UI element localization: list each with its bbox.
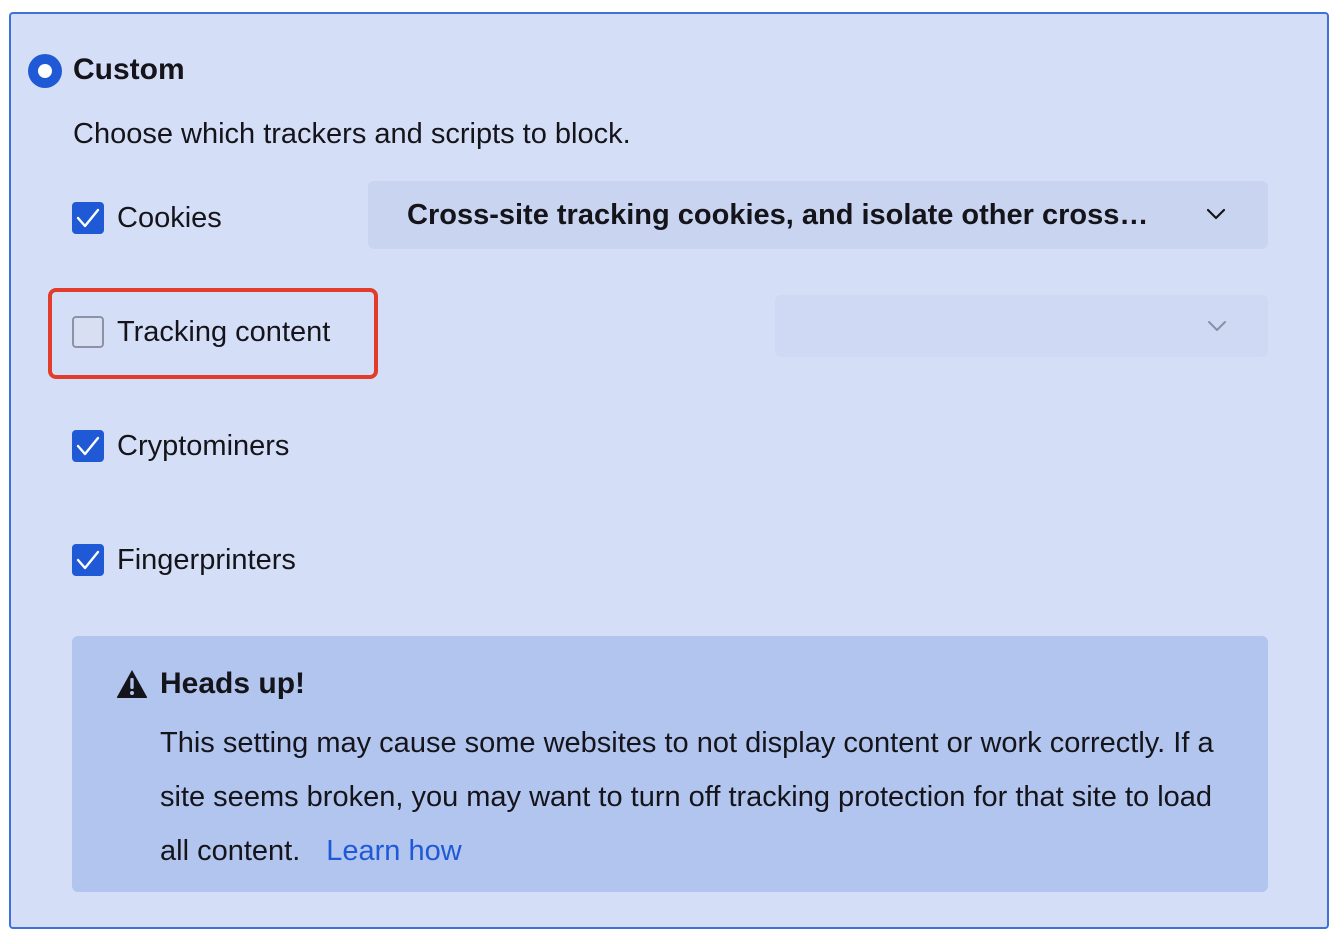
cookies-dropdown-value: Cross-site tracking cookies, and isolate… (407, 199, 1149, 231)
cookies-option[interactable]: Cookies (72, 198, 352, 238)
learn-how-link[interactable]: Learn how (326, 835, 461, 867)
cookies-checkbox[interactable] (72, 202, 104, 234)
tracking-content-highlight-box (48, 288, 378, 379)
checkmark-icon (76, 208, 100, 228)
callout-body-text: This setting may cause some websites to … (160, 727, 1214, 867)
fingerprinters-option[interactable]: Fingerprinters (72, 540, 332, 580)
chevron-down-icon (1208, 321, 1226, 331)
custom-radio-button[interactable] (28, 54, 62, 88)
checkmark-icon (76, 550, 100, 570)
callout-body: This setting may cause some websites to … (160, 716, 1240, 878)
fingerprinters-label: Fingerprinters (117, 544, 296, 576)
cryptominers-checkbox[interactable] (72, 430, 104, 462)
custom-protection-panel: Custom Choose which trackers and scripts… (9, 12, 1329, 929)
custom-description: Choose which trackers and scripts to blo… (73, 118, 631, 150)
warning-icon (116, 670, 148, 698)
cryptominers-label: Cryptominers (117, 430, 290, 462)
tracking-content-dropdown (775, 295, 1268, 357)
cryptominers-option[interactable]: Cryptominers (72, 426, 332, 466)
custom-title: Custom (73, 53, 185, 86)
cookies-dropdown[interactable]: Cross-site tracking cookies, and isolate… (368, 181, 1268, 249)
chevron-down-icon (1206, 208, 1226, 220)
heads-up-callout: Heads up! This setting may cause some we… (72, 636, 1268, 892)
fingerprinters-checkbox[interactable] (72, 544, 104, 576)
checkmark-icon (76, 436, 100, 456)
cookies-label: Cookies (117, 202, 222, 234)
callout-title: Heads up! (160, 667, 306, 700)
